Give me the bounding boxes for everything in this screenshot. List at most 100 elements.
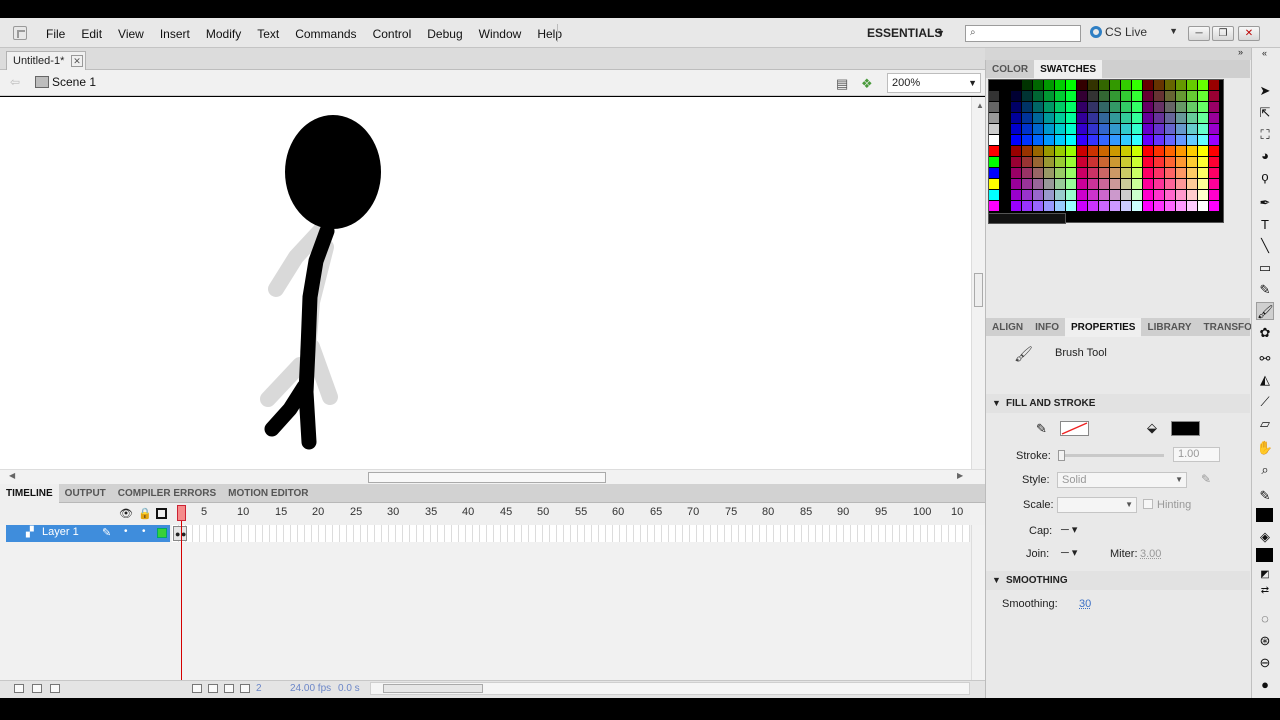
fill-color-swatch[interactable]	[1171, 421, 1200, 436]
bone-icon[interactable]: ⚯	[1256, 350, 1274, 368]
stage-hscroll-thumb[interactable]	[368, 472, 606, 483]
layer-row[interactable]: ▞ Layer 1 ✎ • •	[6, 525, 170, 542]
scroll-left-icon[interactable]: ◀	[9, 471, 15, 480]
scroll-up-icon[interactable]: ▲	[976, 101, 984, 110]
menu-help[interactable]: Help	[529, 18, 570, 48]
stroke-slider-handle[interactable]	[1058, 450, 1065, 461]
hinting-checkbox[interactable]	[1143, 499, 1153, 509]
smoothing-value[interactable]: 30	[1079, 598, 1091, 610]
subselection-icon[interactable]: ⇱	[1256, 104, 1274, 122]
stage-vscroll-thumb[interactable]	[974, 273, 983, 307]
edit-multiple-frames-icon[interactable]	[240, 684, 250, 693]
zoom-select[interactable]: 200% ▼	[887, 73, 981, 93]
edit-symbols-icon[interactable]: ❖	[861, 76, 877, 91]
stage-canvas[interactable]	[0, 97, 971, 469]
eyedropper-icon[interactable]: ⟋	[1256, 393, 1274, 411]
smoothing-header[interactable]: ▼ SMOOTHING	[986, 571, 1250, 590]
onion-skin-icon[interactable]	[208, 684, 218, 693]
fill-and-stroke-header[interactable]: ▼ FILL AND STROKE	[986, 394, 1250, 413]
tab-compiler-errors[interactable]: COMPILER ERRORS	[112, 484, 222, 503]
tab-properties[interactable]: PROPERTIES	[1065, 318, 1142, 337]
menu-control[interactable]: Control	[365, 18, 420, 48]
restore-button[interactable]: ❐	[1212, 26, 1234, 41]
new-folder-icon[interactable]	[32, 684, 42, 693]
stroke-color-chip[interactable]	[1256, 508, 1273, 522]
stroke-color-tool-icon[interactable]: ✎	[1256, 487, 1274, 505]
miter-value[interactable]: 3.00	[1140, 548, 1161, 560]
cap-select[interactable]: ─ ▾	[1061, 523, 1077, 536]
layer-name[interactable]: Layer 1	[42, 526, 79, 538]
swatches-grid[interactable]	[988, 79, 1224, 223]
text-icon[interactable]: T	[1256, 216, 1274, 234]
close-icon[interactable]: ✕	[71, 55, 83, 67]
brush-size-icon[interactable]: ●	[1256, 676, 1274, 694]
brush-icon[interactable]: 🖌	[1256, 302, 1274, 320]
menu-view[interactable]: View	[110, 18, 152, 48]
line-icon[interactable]: ╲	[1256, 237, 1274, 255]
menu-insert[interactable]: Insert	[152, 18, 198, 48]
onion-outlines-icon[interactable]	[224, 684, 234, 693]
tab-motion-editor[interactable]: MOTION EDITOR	[222, 484, 314, 503]
lock-dot-icon[interactable]: •	[142, 526, 146, 537]
edit-scene-icon[interactable]: ▤	[836, 76, 852, 91]
tab-timeline[interactable]: TIMELINE	[0, 484, 59, 503]
tab-align[interactable]: ALIGN	[986, 318, 1029, 337]
tab-library[interactable]: LIBRARY	[1141, 318, 1197, 337]
stroke-color-swatch[interactable]	[1060, 421, 1089, 436]
paint-bucket-icon[interactable]: ◭	[1256, 371, 1274, 389]
menu-edit[interactable]: Edit	[73, 18, 110, 48]
stage-horizontal-scrollbar[interactable]: ◀ ▶	[0, 469, 985, 484]
timeline-horizontal-scrollbar[interactable]	[370, 682, 970, 695]
lasso-icon[interactable]: ϙ	[1256, 168, 1274, 186]
brush-mode-icon[interactable]: ⊖	[1256, 654, 1274, 672]
layer-frames[interactable]	[172, 525, 970, 542]
minimize-button[interactable]: ─	[1188, 26, 1210, 41]
workspace-switcher[interactable]: ESSENTIALS ▼	[858, 22, 948, 44]
edit-stroke-style-icon[interactable]: ✎	[1201, 472, 1211, 486]
timeline-vertical-scrollbar[interactable]	[971, 525, 985, 680]
back-arrow-icon[interactable]: ⇦	[10, 75, 20, 89]
scale-select[interactable]: ▼	[1057, 497, 1137, 513]
menu-commands[interactable]: Commands	[287, 18, 364, 48]
tab-transform[interactable]: TRANSFO	[1198, 318, 1258, 337]
expand-icon[interactable]: «	[1262, 48, 1267, 58]
free-transform-icon[interactable]: ⛶	[1256, 126, 1274, 144]
new-layer-icon[interactable]	[14, 684, 24, 693]
deco-icon[interactable]: ✿	[1256, 324, 1274, 342]
pencil-icon[interactable]: ✎	[1256, 281, 1274, 299]
stage-vertical-scrollbar[interactable]: ▲	[971, 97, 985, 469]
lock-icon[interactable]: 🔒	[138, 507, 152, 520]
join-select[interactable]: ─ ▾	[1061, 546, 1077, 559]
rectangle-icon[interactable]: ▭	[1256, 259, 1274, 277]
swap-colors-icon[interactable]: ⇄	[1256, 582, 1274, 600]
menu-window[interactable]: Window	[471, 18, 530, 48]
fill-color-tool-icon[interactable]: ◈	[1256, 528, 1274, 546]
close-button[interactable]: ✕	[1238, 26, 1260, 41]
eraser-icon[interactable]: ▱	[1256, 415, 1274, 433]
layer-color-swatch[interactable]	[157, 528, 167, 538]
outline-icon[interactable]	[156, 508, 167, 519]
center-frame-icon[interactable]	[192, 684, 202, 693]
stroke-field[interactable]: 1.00	[1173, 447, 1220, 462]
gradient-swatches[interactable]	[988, 213, 1066, 224]
object-drawing-icon[interactable]: ◌	[1256, 610, 1274, 628]
menu-file[interactable]: File	[38, 18, 73, 48]
scroll-right-icon[interactable]: ▶	[957, 471, 963, 480]
style-select[interactable]: Solid ▼	[1057, 472, 1187, 488]
timeline-hscroll-thumb[interactable]	[383, 684, 483, 693]
menu-modify[interactable]: Modify	[198, 18, 249, 48]
keyframe-cell[interactable]: ● ●	[173, 526, 187, 541]
tab-swatches[interactable]: SWATCHES	[1034, 60, 1103, 79]
menu-text[interactable]: Text	[249, 18, 287, 48]
stroke-slider[interactable]	[1058, 450, 1164, 461]
lock-fill-icon[interactable]: ⊛	[1256, 632, 1274, 650]
menu-debug[interactable]: Debug	[419, 18, 470, 48]
tab-color[interactable]: COLOR	[986, 60, 1034, 79]
hand-icon[interactable]: ✋	[1256, 439, 1274, 457]
cs-live-button[interactable]: CS Live ▼	[1090, 25, 1180, 43]
show-hide-icon[interactable]: 👁	[119, 507, 133, 520]
swatch-cells[interactable]	[989, 80, 1220, 212]
selection-icon[interactable]: ➤	[1256, 82, 1274, 100]
collapse-icon[interactable]: »	[1238, 47, 1243, 57]
visible-dot-icon[interactable]: •	[124, 526, 128, 537]
